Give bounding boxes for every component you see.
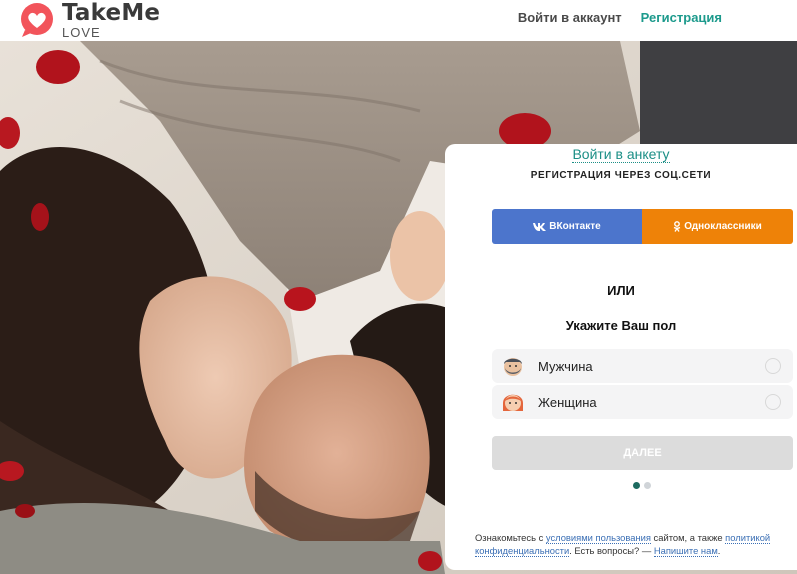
gender-option-female-label: Женщина: [538, 394, 597, 410]
next-button[interactable]: ДАЛЕЕ: [492, 436, 793, 470]
female-avatar-icon: [500, 389, 526, 415]
site-logo[interactable]: TakeMe LOVE: [19, 2, 160, 39]
logo-subtitle: LOVE: [62, 25, 101, 40]
contact-us-link[interactable]: Напишите нам: [653, 545, 718, 557]
male-avatar-icon: [500, 353, 526, 379]
gender-option-male[interactable]: Мужчина: [492, 349, 793, 383]
gender-option-female[interactable]: Женщина: [492, 385, 793, 419]
odnoklassniki-icon: [673, 221, 681, 232]
gender-title: Укажите Ваш пол: [565, 318, 677, 333]
login-profile-link[interactable]: Войти в анкету: [572, 146, 670, 163]
registration-card: Войти в анкету РЕГИСТРАЦИЯ ЧЕРЕЗ СОЦ.СЕТ…: [445, 144, 797, 570]
legal-footer: Ознакомьтесь с условиями пользования сай…: [475, 532, 771, 557]
nav-login-link[interactable]: Войти в аккаунт: [518, 10, 622, 25]
vk-login-button[interactable]: ВКонтакте: [492, 209, 642, 244]
nav-register-link[interactable]: Регистрация: [641, 10, 722, 25]
ok-login-button[interactable]: Одноклассники: [642, 209, 793, 244]
gender-option-female-radio[interactable]: [765, 394, 781, 410]
top-bar: TakeMe LOVE Войти в аккаунт Регистрация: [0, 0, 797, 41]
vk-icon: [533, 223, 547, 231]
heart-chat-icon: [19, 2, 55, 38]
vk-button-label: ВКонтакте: [549, 221, 601, 232]
gender-option-male-radio[interactable]: [765, 358, 781, 374]
step-pagination: [633, 482, 651, 489]
pagination-dot: [644, 482, 651, 489]
social-registration-title: РЕГИСТРАЦИЯ ЧЕРЕЗ СОЦ.СЕТИ: [530, 170, 712, 181]
gender-option-male-label: Мужчина: [538, 358, 593, 374]
top-nav: Войти в аккаунт Регистрация: [518, 10, 722, 25]
pagination-dot-active: [633, 482, 640, 489]
or-separator: ИЛИ: [607, 283, 635, 298]
ok-button-label: Одноклассники: [684, 221, 762, 232]
logo-title: TakeMe: [62, 0, 161, 26]
terms-link[interactable]: условиями пользования: [545, 532, 651, 544]
